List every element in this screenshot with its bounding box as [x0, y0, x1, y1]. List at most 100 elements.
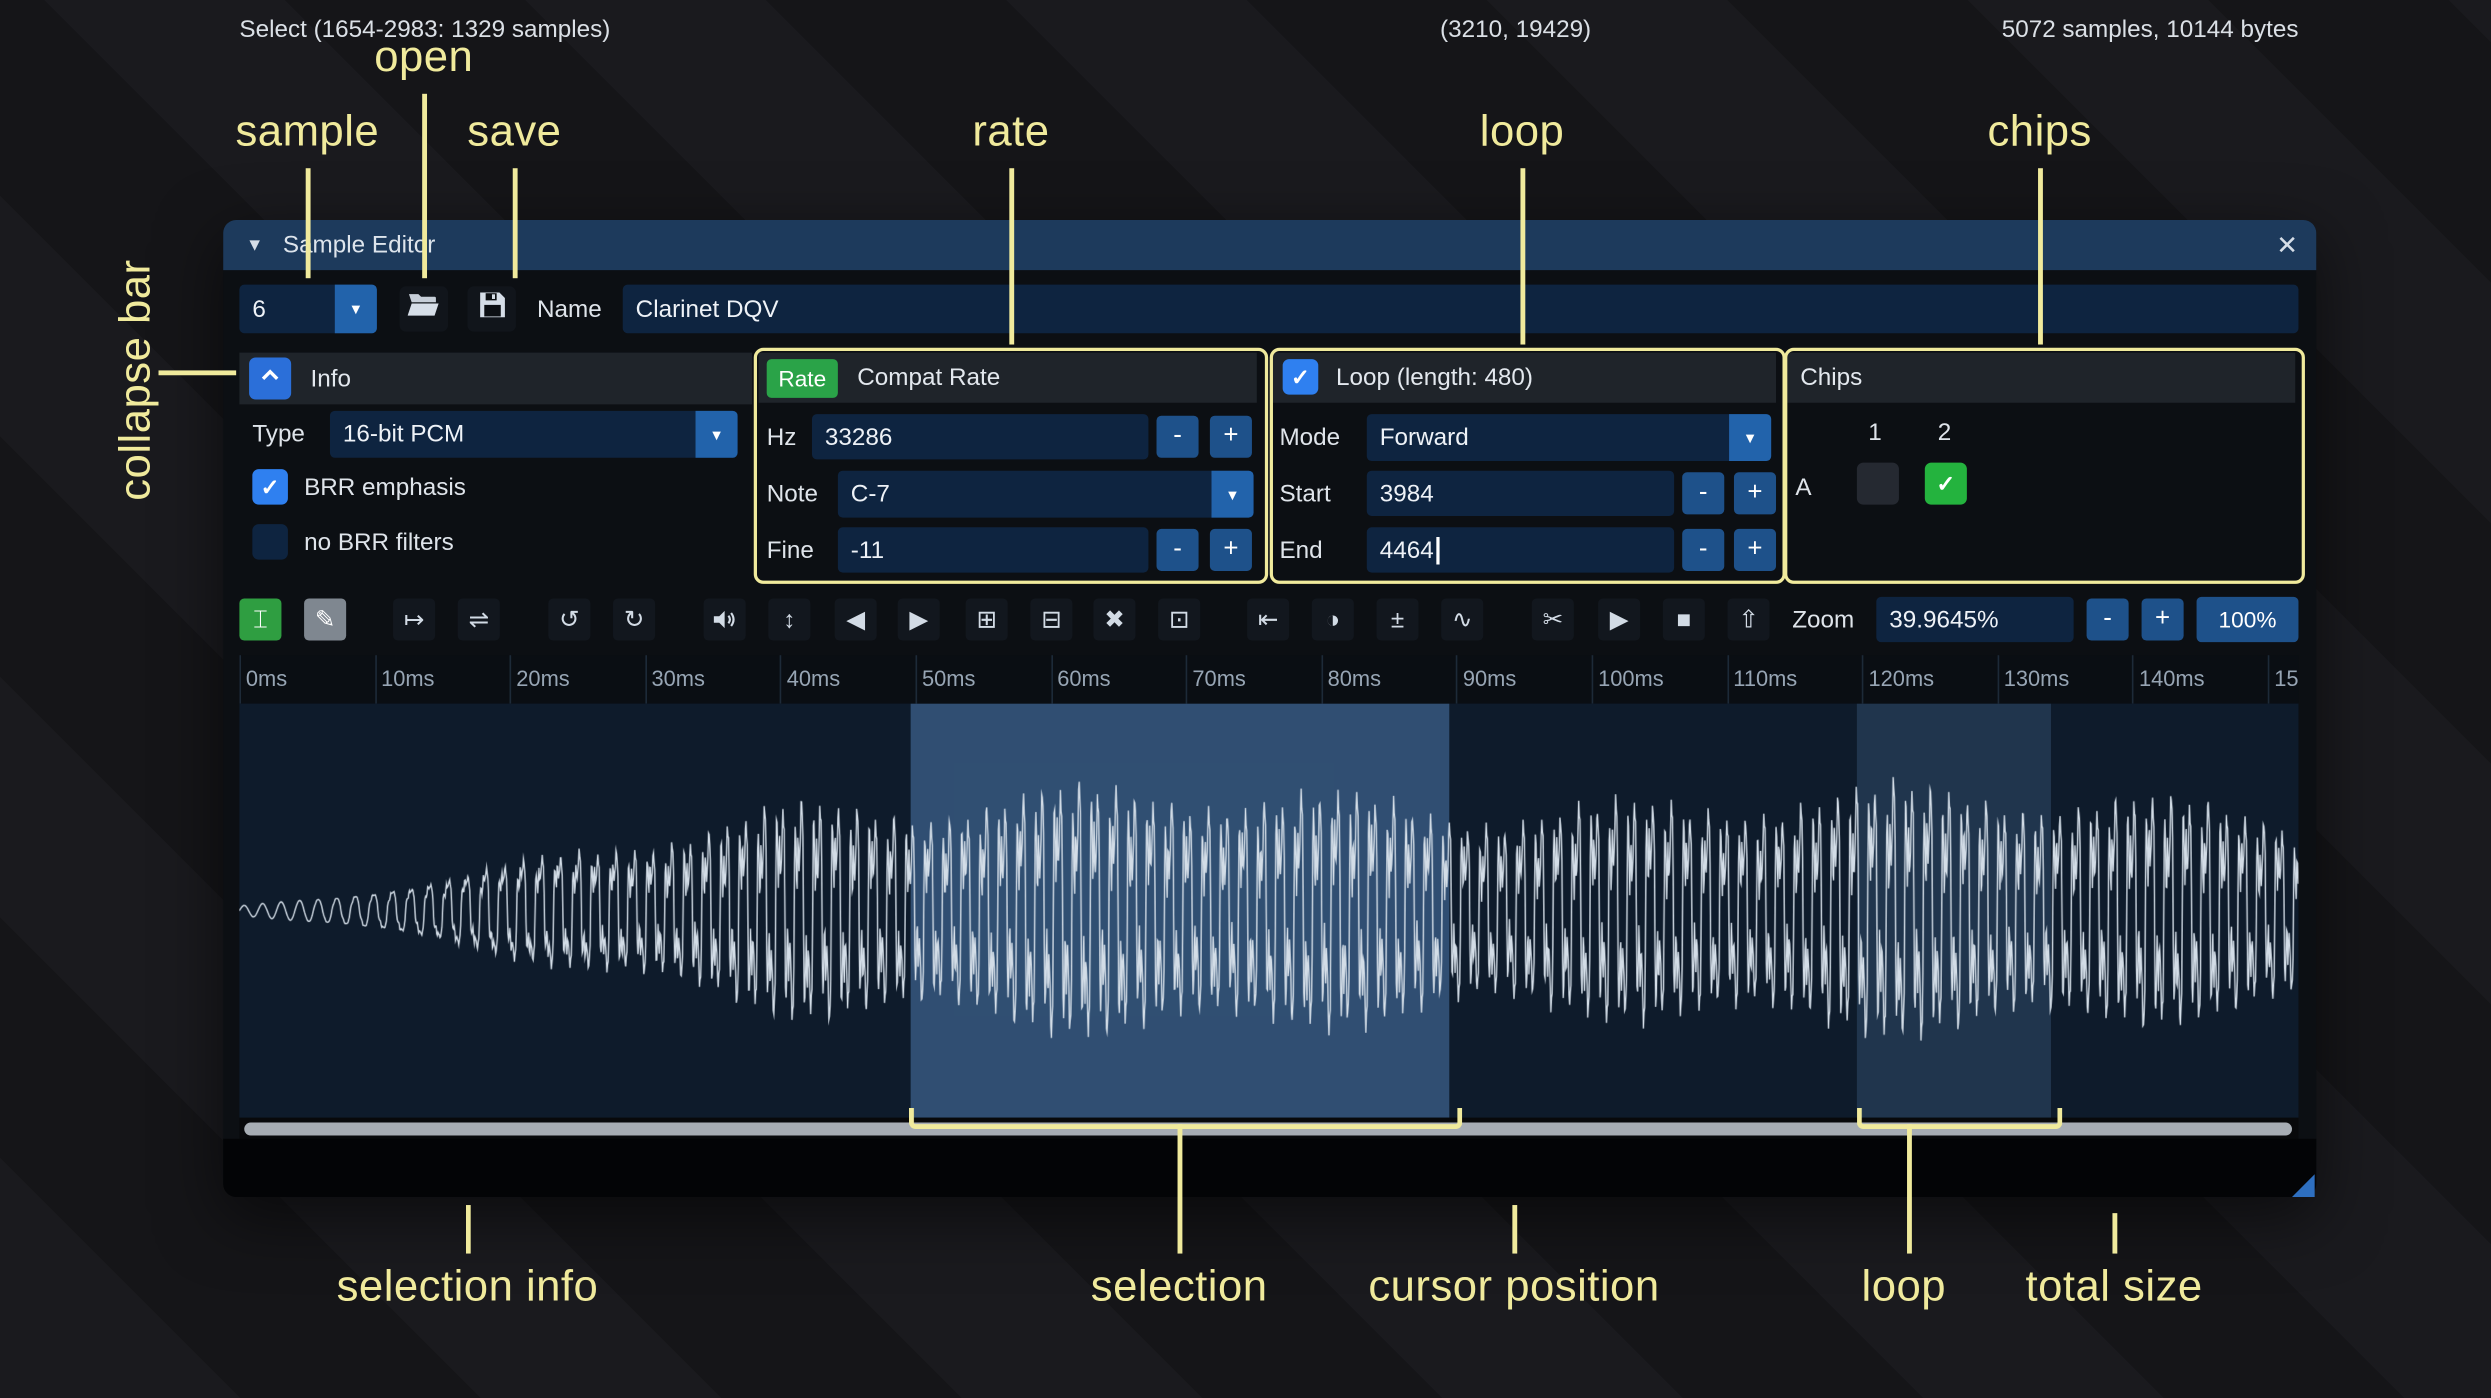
- fade-in-button[interactable]: ◀: [834, 598, 877, 641]
- reverse-button[interactable]: ⇤: [1247, 598, 1290, 641]
- ruler-tick-label: 30ms: [651, 666, 705, 691]
- floppy-disk-icon: [478, 291, 505, 327]
- create-wavetable-button[interactable]: ⇧: [1727, 598, 1770, 641]
- note-dropdown[interactable]: C-7 ▼: [837, 470, 1254, 518]
- select-mode-button[interactable]: ⌶: [239, 598, 282, 641]
- amplify-button[interactable]: [703, 598, 746, 641]
- annotation-line: [421, 93, 427, 279]
- redo-button[interactable]: ↻: [613, 598, 656, 641]
- annotation-line: [158, 370, 237, 376]
- chevron-down-icon: ▼: [695, 410, 738, 458]
- chip-column-2-label: 2: [1937, 418, 1952, 446]
- loop-end-label: End: [1279, 536, 1323, 564]
- chip-1-checkbox[interactable]: ✓: [1856, 462, 1899, 505]
- ruler-tick-label: 80ms: [1327, 666, 1382, 691]
- fade-out-button[interactable]: ▶: [897, 598, 940, 641]
- no-brr-filters-checkbox[interactable]: ✓: [252, 524, 288, 560]
- collapse-bar-button[interactable]: [249, 357, 292, 400]
- ruler-tick-label: 60ms: [1057, 666, 1111, 691]
- loop-mode-dropdown[interactable]: Forward ▼: [1366, 414, 1772, 461]
- fine-minus-button[interactable]: -: [1156, 528, 1199, 571]
- annotation-line: [2037, 168, 2043, 345]
- ruler-tick-label: 10ms: [381, 666, 435, 691]
- invert-button[interactable]: ◑: [1311, 598, 1354, 641]
- status-bar: [223, 1138, 2317, 1197]
- chevron-down-icon: ▼: [1729, 414, 1772, 461]
- trim-button[interactable]: ⊡: [1158, 598, 1201, 641]
- preview-icon: ▶: [1609, 606, 1629, 635]
- window-collapse-icon[interactable]: ▼: [246, 235, 264, 254]
- annotation-save: save: [467, 106, 562, 156]
- annotation-line: [304, 168, 310, 279]
- resample-button[interactable]: ⇌: [457, 598, 500, 641]
- zoom-value: 39.9645%: [1889, 605, 1999, 634]
- total-size-text: 5072 samples, 10144 bytes: [2001, 15, 2299, 43]
- hz-plus-button[interactable]: +: [1209, 415, 1252, 458]
- crossfade-loop-button[interactable]: ✂: [1531, 598, 1574, 641]
- name-label: Name: [537, 295, 602, 323]
- sample-number-dropdown[interactable]: 6 ▼: [239, 284, 377, 334]
- ruler-tick-label: 20ms: [516, 666, 570, 691]
- zoom-value-input[interactable]: 39.9645%: [1876, 596, 2074, 643]
- folder-open-icon: [407, 291, 440, 327]
- annotation-line: [465, 1205, 470, 1254]
- fine-input[interactable]: -11: [837, 527, 1149, 573]
- chip-column-1-label: 1: [1868, 418, 1882, 446]
- hz-minus-button[interactable]: -: [1156, 415, 1199, 458]
- loop-end-plus-button[interactable]: +: [1733, 528, 1777, 571]
- ruler-tick-mark: [1321, 655, 1323, 704]
- chip-2-checkbox[interactable]: ✓: [1924, 462, 1967, 505]
- ruler-tick-mark: [2132, 655, 2135, 704]
- ruler-tick-mark: [1726, 655, 1729, 704]
- sample-name-input[interactable]: Clarinet DQV: [622, 284, 2299, 334]
- loop-start-plus-button[interactable]: +: [1733, 472, 1777, 515]
- time-ruler[interactable]: 0ms 10ms 20ms 30ms 40ms 50ms 60ms 70ms 80ms 90ms 1…: [239, 655, 2299, 704]
- zoom-reset-button[interactable]: 100%: [2196, 596, 2299, 643]
- rate-badge-button[interactable]: Rate: [766, 359, 838, 398]
- signed-unsigned-button[interactable]: ±: [1376, 598, 1419, 641]
- ruler-tick-mark: [239, 655, 242, 704]
- chevron-down-icon: ▼: [334, 284, 377, 334]
- compat-rate-label: Compat Rate: [857, 363, 1001, 392]
- loop-mode-value: Forward: [1379, 423, 1469, 452]
- preview-button[interactable]: ▶: [1598, 598, 1641, 641]
- window-titlebar[interactable]: ▼ Sample Editor: [223, 219, 2317, 271]
- draw-mode-button[interactable]: ✎: [304, 598, 347, 641]
- close-button[interactable]: ✕: [2268, 228, 2307, 264]
- waveform-display[interactable]: [239, 703, 2299, 1118]
- apply-silence-button[interactable]: ⊟: [1030, 598, 1073, 641]
- loop-header-label: Loop (length: 480): [1336, 363, 1534, 392]
- normalize-icon: ↕: [783, 605, 796, 634]
- info-section-header: Info: [239, 352, 753, 405]
- loop-end-input[interactable]: 4464: [1366, 527, 1675, 573]
- ruler-tick-mark: [1185, 655, 1188, 704]
- delete-button[interactable]: ✖: [1093, 598, 1136, 641]
- save-sample-button[interactable]: [467, 286, 516, 332]
- waveform-canvas[interactable]: [239, 703, 2299, 1118]
- resize-button[interactable]: ↦: [393, 598, 436, 641]
- loop-start-label: Start: [1279, 479, 1331, 508]
- loop-start-input[interactable]: 3984: [1366, 470, 1675, 516]
- filter-button[interactable]: ∿: [1441, 598, 1484, 641]
- sample-name-value: Clarinet DQV: [635, 295, 779, 323]
- brr-emphasis-checkbox[interactable]: ✓: [252, 469, 288, 505]
- checkmark-icon: ✓: [1936, 469, 1956, 496]
- window-resize-grip[interactable]: [2291, 1174, 2315, 1197]
- loop-end-value: 4464: [1379, 536, 1434, 564]
- type-dropdown[interactable]: 16-bit PCM ▼: [329, 410, 738, 458]
- stop-preview-button[interactable]: ■: [1662, 598, 1705, 641]
- zoom-out-button[interactable]: -: [2086, 598, 2129, 641]
- hz-input[interactable]: 33286: [811, 414, 1149, 460]
- open-sample-button[interactable]: [399, 286, 449, 332]
- loop-start-minus-button[interactable]: -: [1682, 472, 1725, 515]
- zoom-in-button[interactable]: +: [2141, 598, 2184, 641]
- ruler-tick-label: 90ms: [1462, 666, 1517, 691]
- undo-icon: ↺: [559, 606, 580, 635]
- loop-enable-checkbox[interactable]: ✓: [1282, 359, 1319, 395]
- fine-plus-button[interactable]: +: [1209, 528, 1252, 571]
- undo-button[interactable]: ↺: [548, 598, 591, 641]
- annotation-total-size: total size: [2025, 1261, 2203, 1311]
- insert-silence-button[interactable]: ⊞: [965, 598, 1008, 641]
- loop-end-minus-button[interactable]: -: [1682, 528, 1725, 571]
- normalize-button[interactable]: ↕: [768, 598, 811, 641]
